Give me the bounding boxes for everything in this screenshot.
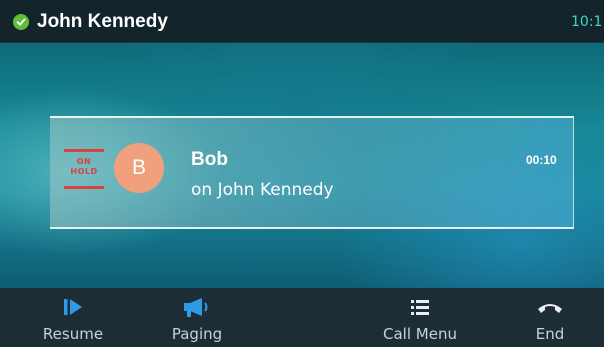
softkey-bar: Resume Paging Call Menu End (0, 288, 604, 347)
call-menu-label: Call Menu (383, 325, 457, 343)
resume-button[interactable]: Resume (28, 288, 118, 347)
on-hold-badge: ON HOLD (64, 149, 104, 189)
megaphone-icon (182, 297, 212, 323)
menu-list-icon (409, 297, 431, 321)
resume-icon (62, 297, 84, 321)
hang-up-icon (536, 297, 564, 321)
on-hold-label: ON HOLD (70, 157, 98, 176)
held-call-card[interactable]: ON HOLD B Bob on John Kennedy 00:10 (50, 116, 574, 229)
caller-line-info: on John Kennedy (191, 180, 334, 200)
caller-avatar: B (114, 143, 164, 193)
end-call-button[interactable]: End (520, 288, 580, 347)
line-user-name: John Kennedy (37, 11, 168, 32)
clock-time: 10:1 (571, 14, 603, 30)
end-label: End (535, 325, 565, 343)
resume-label: Resume (42, 325, 104, 343)
check-circle-icon (13, 14, 29, 30)
phone-screen: John Kennedy 10:1 ON HOLD B Bob on John K… (0, 0, 604, 347)
status-bar: John Kennedy 10:1 (0, 0, 604, 43)
call-timer: 00:10 (526, 153, 557, 167)
paging-button[interactable]: Paging (152, 288, 242, 347)
call-menu-button[interactable]: Call Menu (370, 288, 470, 347)
caller-name: Bob (191, 149, 228, 170)
paging-label: Paging (171, 325, 223, 343)
